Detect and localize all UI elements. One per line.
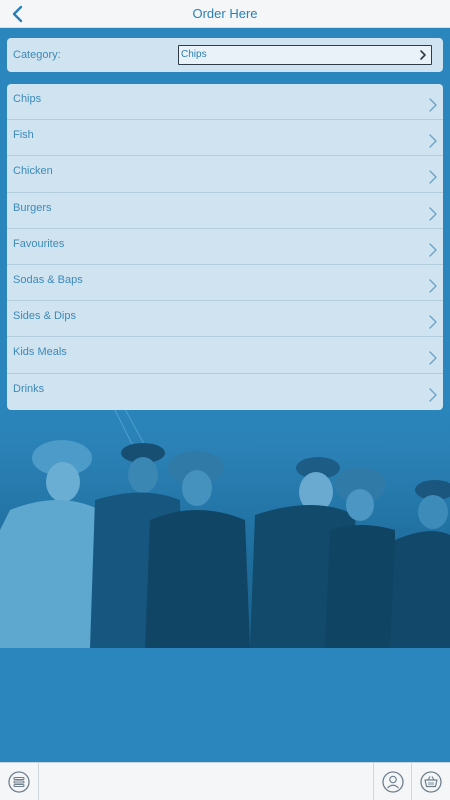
category-filter: Category: Chips	[7, 38, 443, 72]
list-item-burgers[interactable]: Burgers	[7, 193, 443, 229]
list-item-label: Fish	[13, 129, 34, 142]
chevron-right-icon	[429, 351, 437, 366]
category-selected-value: Chips	[181, 49, 207, 60]
chevron-right-icon	[429, 206, 437, 221]
tab-divider	[38, 763, 39, 800]
basket-icon	[420, 771, 442, 793]
list-item-kids-meals[interactable]: Kids Meals	[7, 337, 443, 374]
chevron-right-icon	[429, 279, 437, 293]
account-button[interactable]	[374, 763, 412, 800]
list-item-sides-dips[interactable]: Sides & Dips	[7, 301, 443, 338]
chevron-right-icon	[429, 315, 437, 329]
list-item-label: Chicken	[13, 165, 53, 178]
menu-list-icon	[8, 771, 30, 793]
chevron-right-icon	[429, 170, 437, 185]
category-select[interactable]: Chips	[178, 45, 432, 65]
chevron-right-icon	[429, 243, 437, 257]
bottom-tab-bar	[0, 762, 450, 800]
list-item-label: Favourites	[13, 237, 65, 250]
category-label: Category:	[13, 49, 61, 61]
chevron-right-icon	[429, 134, 437, 148]
list-item-label: Sides & Dips	[13, 310, 76, 323]
list-item-label: Burgers	[13, 201, 52, 214]
chevron-right-icon	[429, 387, 437, 402]
chevron-right-icon	[420, 50, 426, 60]
list-item-fish[interactable]: Fish	[7, 120, 443, 157]
list-item-label: Drinks	[13, 382, 45, 395]
list-item-label: Sodas & Baps	[13, 273, 83, 286]
menu-category-list: Chips Fish Chicken Burgers Favourites So…	[7, 84, 443, 410]
background-photo	[0, 400, 450, 648]
list-item-drinks[interactable]: Drinks	[7, 374, 443, 410]
menu-button[interactable]	[0, 763, 38, 800]
top-navigation-bar: Order Here	[0, 0, 450, 28]
list-item-sodas-baps[interactable]: Sodas & Baps	[7, 265, 443, 302]
user-icon	[382, 771, 404, 793]
list-item-favourites[interactable]: Favourites	[7, 229, 443, 265]
basket-button[interactable]	[412, 763, 450, 800]
list-item-label: Kids Meals	[13, 346, 67, 359]
chevron-right-icon	[429, 98, 437, 112]
list-item-chicken[interactable]: Chicken	[7, 156, 443, 193]
page-title: Order Here	[192, 6, 258, 21]
list-item-chips[interactable]: Chips	[7, 84, 443, 121]
list-item-label: Chips	[13, 93, 42, 105]
